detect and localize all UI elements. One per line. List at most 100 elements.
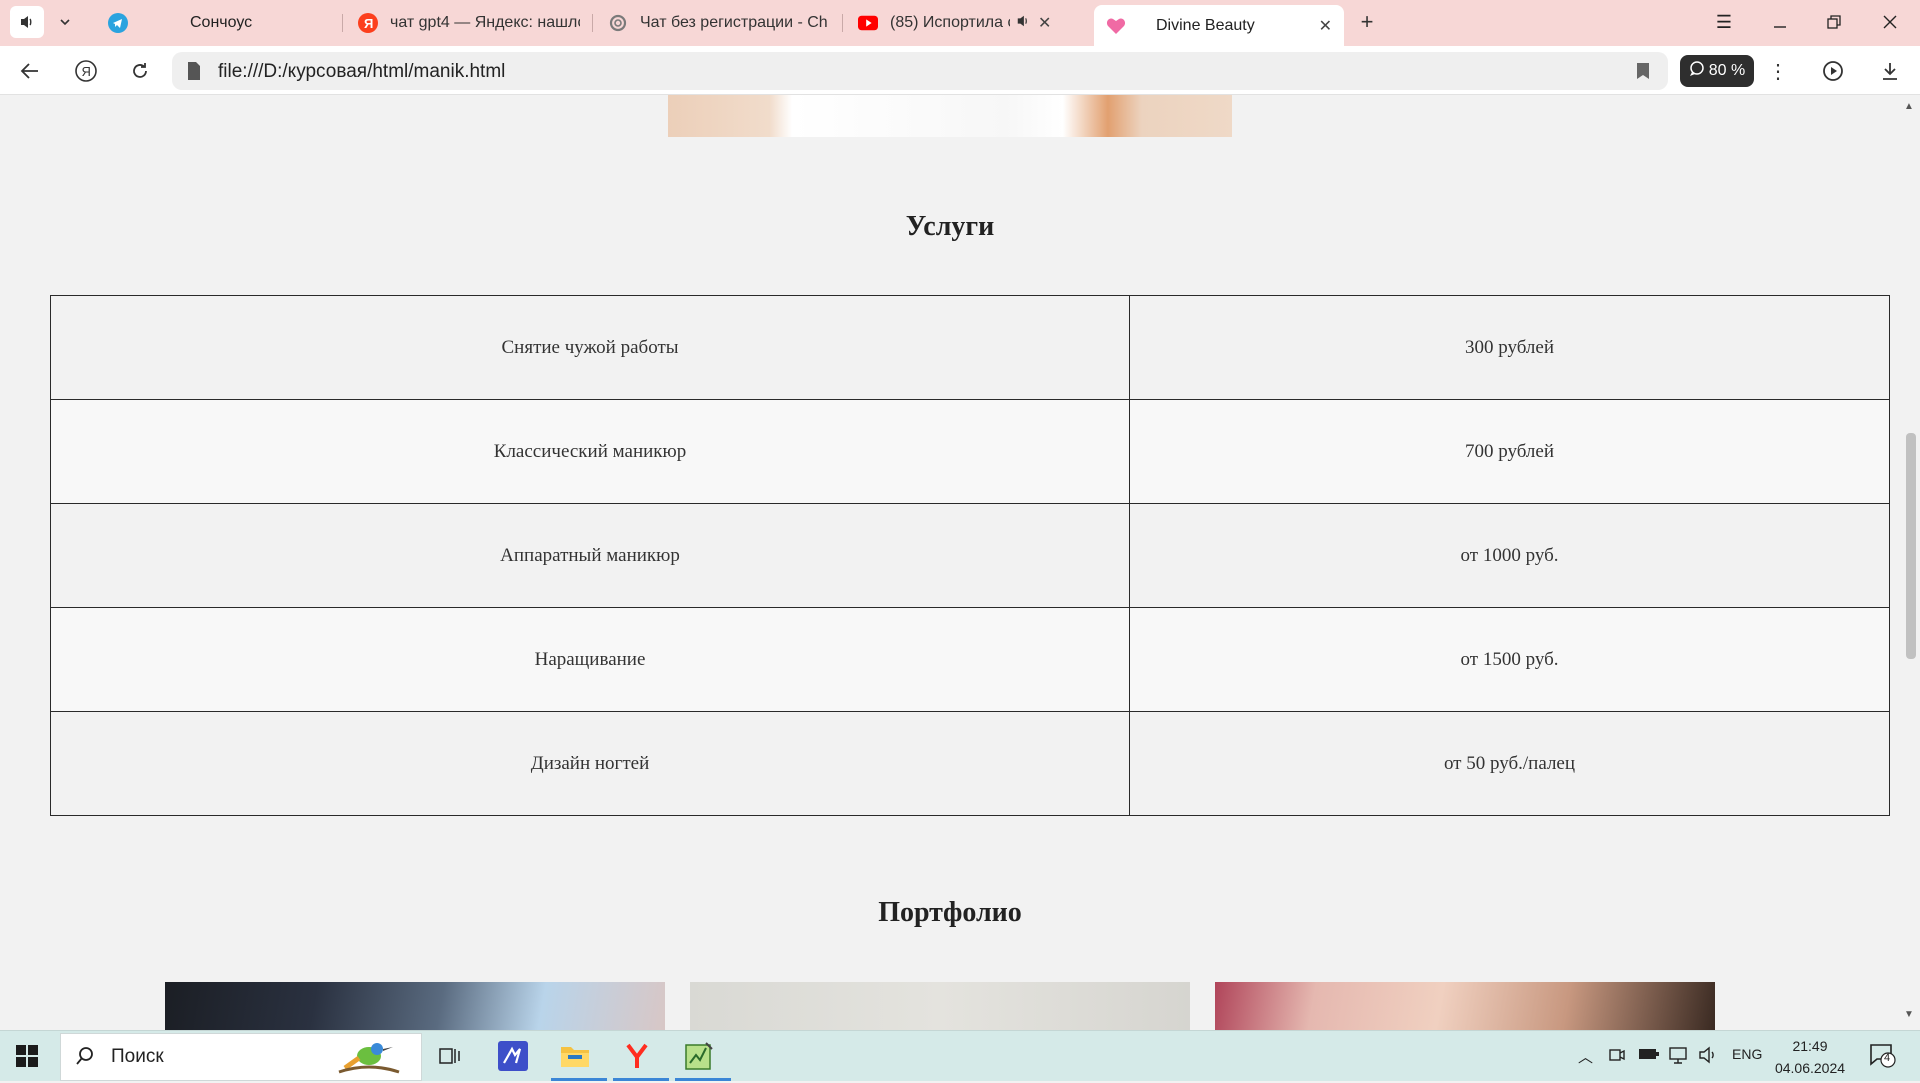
notepad-plus-icon: [685, 1042, 713, 1070]
scroll-up-arrow-icon[interactable]: ▲: [1904, 101, 1914, 112]
service-price: 300 рублей: [1129, 295, 1890, 400]
hero-image: [668, 95, 1232, 137]
reload-button[interactable]: [124, 56, 156, 86]
table-row: Классический маникюр 700 рублей: [50, 399, 1890, 504]
clock-date: 04.06.2024: [1774, 1060, 1846, 1076]
url-text: file:///D:/курсовая/html/manik.html: [218, 61, 506, 82]
url-field[interactable]: file:///D:/курсовая/html/manik.html: [172, 52, 1668, 90]
bookmark-icon[interactable]: [1636, 62, 1650, 85]
battery-icon[interactable]: [1638, 1046, 1660, 1066]
taskbar: Поиск ︿ ENG 21:49 04.06.2024 4: [0, 1030, 1920, 1081]
yandex-home-button[interactable]: Я: [70, 56, 102, 86]
portfolio-image: [690, 982, 1190, 1030]
chat-bubble-icon: [1689, 60, 1705, 82]
start-button[interactable]: [16, 1045, 38, 1067]
table-row: Наращивание от 1500 руб.: [50, 607, 1890, 712]
address-bar: Я file:///D:/курсовая/html/manik.html 80…: [0, 46, 1920, 95]
services-table: Снятие чужой работы 300 рублей Классичес…: [50, 295, 1890, 816]
task-view-button[interactable]: [433, 1040, 467, 1072]
download-icon: [1883, 63, 1897, 80]
close-icon[interactable]: ✕: [1319, 16, 1332, 36]
taskbar-app-yandex-browser[interactable]: [620, 1040, 654, 1072]
services-title: Услуги: [905, 211, 995, 242]
service-price: от 1500 руб.: [1129, 607, 1890, 712]
hamburger-icon: ☰: [1715, 11, 1733, 32]
visual-studio-icon: [498, 1041, 528, 1071]
reload-icon: [133, 63, 147, 78]
tab-title: (85) Испортила отпу: [890, 14, 1010, 31]
service-name: Аппаратный маникюр: [50, 503, 1130, 608]
taskbar-app-editor[interactable]: [496, 1040, 530, 1072]
restore-icon: [1827, 15, 1841, 29]
search-icon: [75, 1046, 95, 1071]
network-icon[interactable]: [1668, 1046, 1688, 1068]
zoom-indicator[interactable]: 80 %: [1680, 55, 1754, 87]
language-indicator[interactable]: ENG: [1732, 1046, 1762, 1062]
downloads-button[interactable]: [1874, 56, 1906, 86]
close-window-button[interactable]: [1870, 8, 1910, 36]
speaker-icon[interactable]: [1016, 14, 1030, 33]
close-icon: [1883, 15, 1897, 29]
tab-yandex-search[interactable]: Я чат gpt4 — Яндекс: нашлось: [346, 5, 586, 41]
portfolio-title: Портфолио: [878, 897, 1022, 928]
meet-now-icon[interactable]: [1608, 1046, 1626, 1068]
service-name: Дизайн ногтей: [50, 711, 1130, 816]
media-play-button[interactable]: [1818, 56, 1850, 86]
service-price: от 50 руб./палец: [1129, 711, 1890, 816]
clock[interactable]: 21:49 04.06.2024: [1760, 1035, 1860, 1079]
tab-separator: [842, 14, 843, 32]
taskbar-app-explorer[interactable]: [558, 1040, 592, 1072]
page-content: Услуги Снятие чужой работы 300 рублей Кл…: [0, 95, 1900, 1030]
table-row: Дизайн ногтей от 50 руб./палец: [50, 711, 1890, 816]
yandex-icon: Я: [358, 13, 378, 33]
tab-separator: [592, 14, 593, 32]
minimize-button[interactable]: [1760, 8, 1800, 36]
service-name: Классический маникюр: [50, 399, 1130, 504]
service-name: Снятие чужой работы: [50, 295, 1130, 400]
zoom-level: 80 %: [1708, 62, 1746, 79]
table-row: Снятие чужой работы 300 рублей: [50, 295, 1890, 400]
volume-icon[interactable]: [1698, 1046, 1718, 1068]
tabs-menu-button[interactable]: [48, 6, 82, 38]
taskbar-app-notepad[interactable]: [682, 1040, 716, 1072]
heart-icon: [1106, 16, 1126, 36]
browser-menu-button[interactable]: ☰: [1704, 8, 1744, 36]
restore-button[interactable]: [1814, 8, 1854, 36]
tab-bar: Сончоус Я чат gpt4 — Яндекс: нашлось Чат…: [0, 0, 1920, 46]
yandex-browser-icon: [626, 1043, 648, 1068]
notification-count: 4: [1884, 1052, 1891, 1064]
file-icon: [186, 61, 202, 86]
taskbar-search[interactable]: Поиск: [60, 1033, 422, 1081]
service-price: 700 рублей: [1129, 399, 1890, 504]
tab-title: Divine Beauty: [1156, 16, 1255, 34]
page-scrollbar[interactable]: ▲ ▼: [1900, 95, 1920, 1030]
play-circle-icon: [1823, 61, 1843, 81]
bird-illustration-icon: [329, 1036, 409, 1083]
new-tab-button[interactable]: +: [1350, 6, 1384, 38]
svg-text:Я: Я: [364, 16, 373, 31]
arrow-left-icon: [20, 63, 38, 79]
tab-youtube[interactable]: (85) Испортила отпу ✕: [846, 5, 1086, 41]
tab-audio-toggle[interactable]: [10, 6, 44, 38]
scroll-down-arrow-icon[interactable]: ▼: [1904, 1009, 1914, 1020]
youtube-icon: [858, 13, 878, 33]
tab-chat[interactable]: Чат без регистрации - Ch: [596, 5, 836, 41]
svg-text:Я: Я: [82, 64, 91, 79]
table-row: Аппаратный маникюр от 1000 руб.: [50, 503, 1890, 608]
chevron-down-icon: [60, 19, 70, 26]
vertical-dots-icon: ⋮: [1768, 60, 1788, 83]
more-menu-button[interactable]: ⋮: [1762, 56, 1794, 86]
tab-divine-beauty[interactable]: Divine Beauty ✕: [1094, 5, 1344, 46]
scroll-thumb[interactable]: [1906, 433, 1916, 659]
back-button[interactable]: [14, 56, 46, 86]
service-name: Наращивание: [50, 607, 1130, 712]
tab-telegram[interactable]: Сончоус: [96, 5, 336, 41]
notification-icon: [1870, 1044, 1896, 1068]
close-icon[interactable]: ✕: [1038, 13, 1051, 33]
notifications-button[interactable]: 4: [1868, 1041, 1896, 1073]
service-price: от 1000 руб.: [1129, 503, 1890, 608]
tab-title: чат gpt4 — Яндекс: нашлось: [390, 14, 580, 31]
task-view-icon: [439, 1048, 460, 1064]
search-label: Поиск: [111, 1046, 164, 1067]
chevron-up-icon[interactable]: ︿: [1578, 1046, 1593, 1067]
